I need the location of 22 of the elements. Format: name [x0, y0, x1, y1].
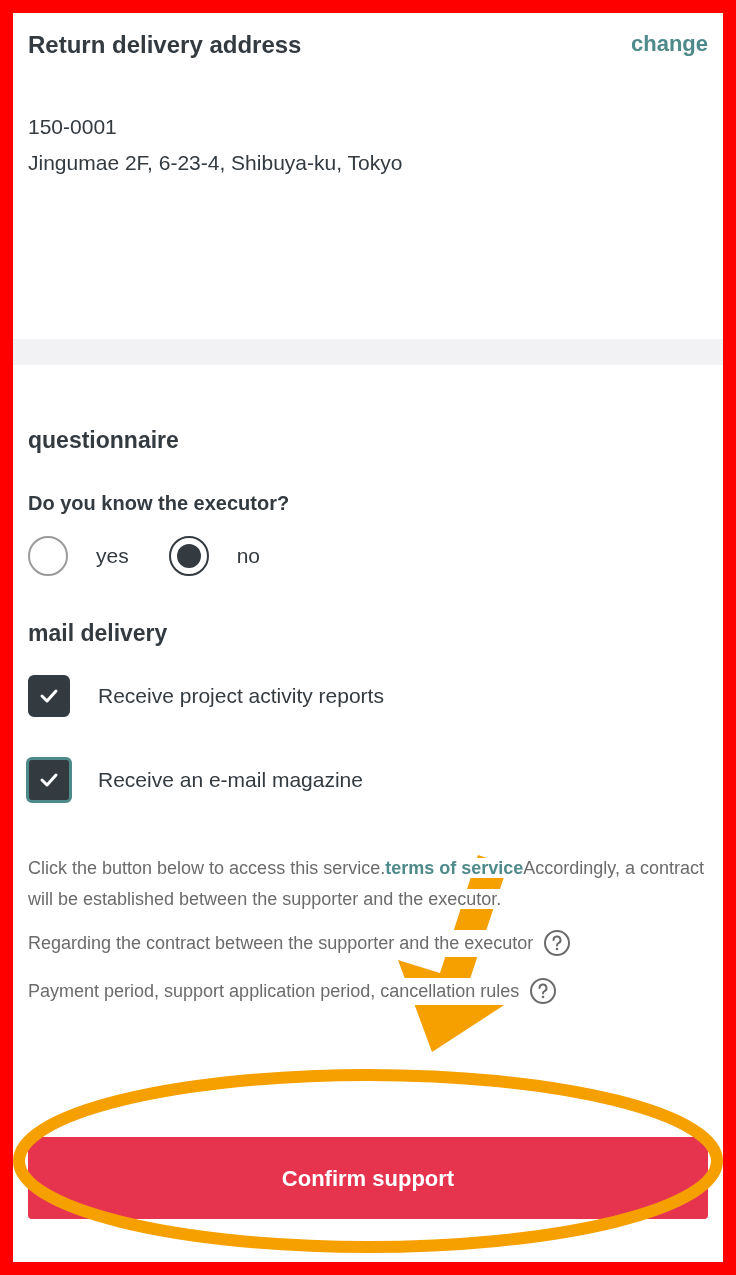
section-title: questionnaire: [28, 426, 180, 455]
section-title: mail delivery: [28, 618, 169, 648]
terms-link[interactable]: terms of service: [385, 858, 524, 878]
postal-code: 150-0001: [28, 114, 118, 140]
notice-text: Click the button below to access this service.terms of serviceAccordingly, a contract will be established between the supporter and the executor.: [28, 857, 705, 911]
help-link[interactable]: Regarding the contract between the supporter and the executor: [28, 929, 534, 957]
confirm-button[interactable]: Confirm support: [28, 1137, 708, 1219]
address-line: Jingumae 2F, 6-23-4, Shibuya-ku, Tokyo: [28, 150, 404, 176]
radio-button[interactable]: [168, 535, 209, 576]
radio-label: no: [236, 542, 261, 569]
help-icon[interactable]: [543, 929, 572, 957]
checkbox[interactable]: [26, 757, 72, 803]
section-title: Return delivery address: [28, 30, 302, 60]
checkbox[interactable]: [28, 675, 70, 717]
radio-button[interactable]: [28, 535, 68, 576]
change-link[interactable]: change: [630, 27, 708, 60]
help-link[interactable]: Payment period, support application period, cancellation rules: [28, 977, 520, 1005]
checkbox-label: Receive an e-mail magazine: [98, 767, 363, 794]
checkbox-label: Receive project activity reports: [98, 683, 384, 710]
question-text: Do you know the executor?: [28, 490, 291, 516]
help-icon[interactable]: [529, 977, 558, 1005]
radio-label: yes: [96, 542, 129, 569]
